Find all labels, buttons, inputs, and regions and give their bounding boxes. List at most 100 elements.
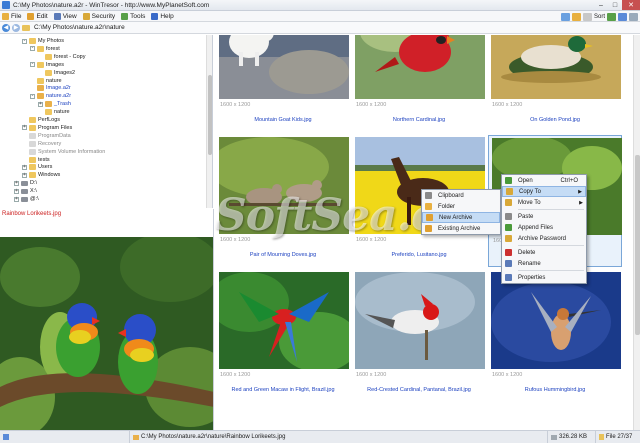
- file-name[interactable]: Mountain Goat Kids.jpg: [216, 117, 350, 123]
- thumbnail-item[interactable]: 1600 x 1200 Rufous Hummingbird.jpg: [488, 270, 622, 402]
- tree-item[interactable]: nature: [30, 77, 62, 85]
- minimize-button[interactable]: –: [594, 0, 608, 10]
- file-name[interactable]: On Golden Pond.jpg: [488, 117, 622, 123]
- tree-item[interactable]: - Images: [30, 61, 64, 69]
- tree-item-label: Image.a2r: [46, 85, 71, 92]
- menu-file[interactable]: File: [2, 12, 21, 20]
- menu-help[interactable]: Help: [151, 12, 174, 20]
- app-icon: [2, 1, 10, 9]
- maximize-button[interactable]: □: [608, 0, 622, 10]
- collapse-icon[interactable]: -: [22, 38, 27, 44]
- collapse-icon[interactable]: -: [30, 46, 35, 52]
- forward-button[interactable]: ▶: [12, 23, 20, 32]
- tree-item[interactable]: - nature.a2r: [30, 92, 71, 100]
- menu-item-append-files[interactable]: Append Files: [502, 222, 586, 233]
- thumbnail-item[interactable]: 1600 x 1200 Red-Crested Cardinal, Pantana…: [352, 270, 486, 402]
- back-button[interactable]: ◀: [2, 23, 10, 32]
- expand-icon[interactable]: +: [22, 172, 27, 178]
- up-icon[interactable]: [560, 12, 570, 21]
- close-button[interactable]: ✕: [622, 0, 640, 10]
- tree-item[interactable]: Images2: [38, 69, 75, 77]
- thumbnail-image[interactable]: [355, 272, 485, 369]
- new-folder-icon[interactable]: [571, 12, 581, 21]
- thumbnail-item[interactable]: 1600 x 1200 Northern Cardinal.jpg: [352, 35, 486, 132]
- tree-item[interactable]: Image.a2r: [30, 84, 71, 92]
- tree-item[interactable]: + Program Files: [22, 124, 72, 132]
- tree-item[interactable]: nature: [38, 108, 70, 116]
- menu-item-paste[interactable]: Paste: [502, 211, 586, 222]
- thumbnail-image[interactable]: [219, 35, 349, 99]
- thumbnail-item[interactable]: 1600 x 1200 Mountain Goat Kids.jpg: [216, 35, 350, 132]
- thumbnail-image[interactable]: [355, 35, 485, 99]
- tree-item-label: forest - Copy: [54, 53, 86, 60]
- view-details-icon[interactable]: [618, 12, 627, 21]
- folder-icon: [29, 148, 36, 155]
- thumbnail-item[interactable]: 1600 x 1200 Red and Green Macaw in Flight…: [216, 270, 350, 402]
- view-list-icon[interactable]: [629, 12, 638, 21]
- thumbnail-image[interactable]: [491, 35, 621, 99]
- thumbnail-image[interactable]: [219, 272, 349, 369]
- submenu-item-label: Existing Archive: [438, 225, 481, 232]
- submenu-item-clipboard[interactable]: Clipboard: [422, 190, 500, 201]
- sort-icon[interactable]: [582, 12, 592, 21]
- collapse-icon[interactable]: -: [30, 93, 35, 99]
- tree-item[interactable]: PerfLogs: [22, 116, 60, 124]
- tree-item[interactable]: ProgramData: [22, 132, 71, 140]
- expand-icon[interactable]: +: [22, 164, 27, 170]
- menu-item-copy-to[interactable]: Copy To ▶: [502, 186, 586, 197]
- folder-icon: [29, 164, 36, 171]
- menu-item-delete[interactable]: Delete: [502, 247, 586, 258]
- view-thumbnails-icon[interactable]: [607, 12, 616, 21]
- tree-item[interactable]: + @:\: [14, 195, 39, 203]
- folder-icon: [29, 156, 36, 163]
- tools-icon: [121, 12, 129, 20]
- tree-item[interactable]: + X:\: [14, 187, 37, 195]
- menu-item-label: Properties: [518, 274, 546, 281]
- sort-button[interactable]: Sort: [594, 14, 605, 20]
- grid-scrollbar[interactable]: [633, 35, 640, 430]
- menu-security[interactable]: Security: [82, 12, 115, 20]
- expand-icon[interactable]: +: [38, 101, 43, 107]
- expand-icon[interactable]: +: [14, 180, 19, 186]
- expand-icon[interactable]: +: [14, 188, 19, 194]
- file-name[interactable]: Rufous Hummingbird.jpg: [488, 387, 622, 393]
- menu-label: View: [62, 12, 77, 20]
- file-name[interactable]: Red and Green Macaw in Flight, Brazil.jp…: [216, 387, 350, 393]
- image-dimensions: 1600 x 1200: [356, 372, 387, 378]
- address-path[interactable]: C:\My Photos\nature.a2r\nature: [34, 24, 125, 31]
- tree-item[interactable]: + Windows: [22, 171, 60, 179]
- file-name[interactable]: Preferido, Lusitano.jpg: [352, 252, 486, 258]
- drive-icon: [21, 180, 28, 186]
- menu-item-archive-password[interactable]: Archive Password: [502, 233, 586, 244]
- expand-icon[interactable]: +: [14, 196, 19, 202]
- thumbnail-image[interactable]: [491, 272, 621, 369]
- tree-item[interactable]: + D:\: [14, 179, 37, 187]
- thumbnail-item[interactable]: 1600 x 1200 Pair of Mourning Doves.jpg: [216, 135, 350, 267]
- collapse-icon[interactable]: -: [30, 62, 35, 68]
- submenu-item-new-archive[interactable]: New Archive: [422, 212, 500, 223]
- file-name[interactable]: Pair of Mourning Doves.jpg: [216, 252, 350, 258]
- menu-tools[interactable]: Tools: [121, 12, 145, 20]
- submenu-item-existing-archive[interactable]: Existing Archive: [422, 223, 500, 234]
- tree-item[interactable]: + _Trash: [38, 100, 71, 108]
- menu-item-rename[interactable]: Rename: [502, 258, 586, 269]
- tree-item[interactable]: System Volume Information: [22, 148, 105, 156]
- thumbnail-item[interactable]: 1600 x 1200 On Golden Pond.jpg: [488, 35, 622, 132]
- menu-item-move-to[interactable]: Move To ▶: [502, 197, 586, 208]
- tree-item[interactable]: - My Photos: [22, 37, 64, 45]
- tree-item[interactable]: forest - Copy: [38, 53, 85, 61]
- tree-item[interactable]: - forest: [30, 45, 60, 53]
- menu-item-properties[interactable]: Properties: [502, 272, 586, 283]
- tree-item[interactable]: tests: [22, 156, 50, 164]
- tree-scrollbar[interactable]: [206, 35, 212, 208]
- file-name[interactable]: Northern Cardinal.jpg: [352, 117, 486, 123]
- menu-view[interactable]: View: [53, 12, 77, 20]
- thumbnail-image[interactable]: [219, 137, 349, 234]
- file-name[interactable]: Red-Crested Cardinal, Pantanal, Brazil.j…: [352, 387, 486, 393]
- tree-item[interactable]: + Users: [22, 163, 52, 171]
- menu-item-open[interactable]: Open Ctrl+O: [502, 175, 586, 186]
- expand-icon[interactable]: +: [22, 125, 27, 131]
- menu-edit[interactable]: Edit: [27, 12, 48, 20]
- submenu-item-folder[interactable]: Folder: [422, 201, 500, 212]
- tree-item[interactable]: Recovery: [22, 140, 61, 148]
